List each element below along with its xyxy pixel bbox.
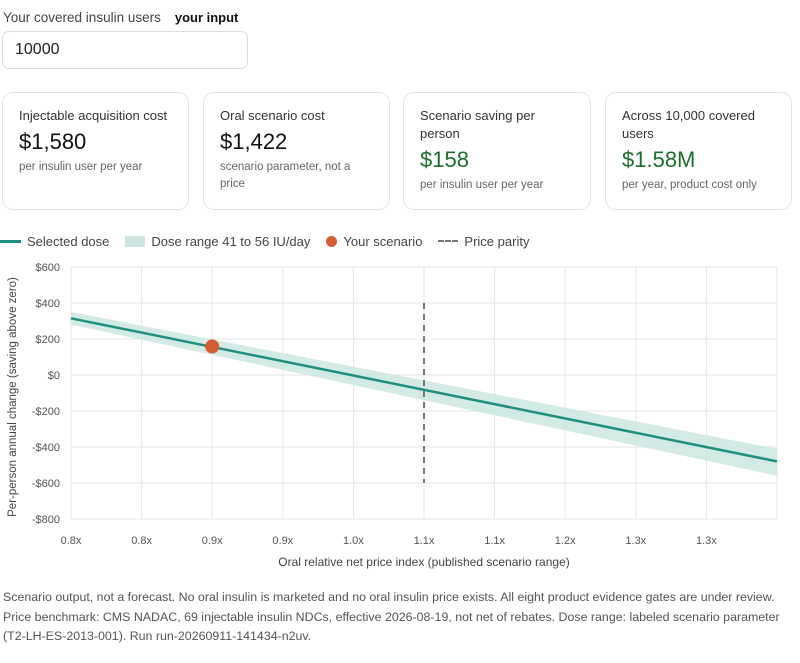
saving-per-person-card: Scenario saving per person $158 per insu… (403, 92, 591, 210)
card-note: per insulin user per year (19, 161, 143, 173)
total-saving-card: Across 10,000 covered users $1.58M per y… (605, 92, 792, 210)
x-tick-label: 1.0x (343, 535, 364, 547)
x-tick-label: 0.9x (272, 535, 293, 547)
y-tick-label: -$200 (32, 406, 60, 418)
y-tick-label: -$600 (32, 478, 60, 490)
your-scenario-point (205, 339, 220, 354)
footnote: Scenario output, not a forecast. No oral… (3, 590, 780, 643)
card-label: Oral scenario cost (220, 108, 325, 123)
x-tick-label: 1.3x (696, 535, 717, 547)
price-sensitivity-chart: $600$400$200$0-$200-$400-$600-$8000.8x 0.… (7, 262, 778, 569)
y-tick-label: $400 (36, 298, 60, 310)
legend-price-parity: Price parity (438, 234, 529, 249)
card-note: per insulin user per year (420, 179, 544, 191)
x-tick-label: 0.8x (61, 535, 82, 547)
users-input-label: Your covered insulin users (3, 9, 161, 25)
card-value: $1,580 (19, 129, 87, 154)
covered-users-input[interactable] (2, 31, 248, 69)
card-value: $158 (420, 147, 469, 172)
card-note: scenario parameter, not a price (220, 161, 351, 190)
injectable-cost-card: Injectable acquisition cost $1,580 per i… (2, 92, 189, 210)
y-tick-label: -$400 (32, 442, 60, 454)
oral-cost-card: Oral scenario cost $1,422 scenario param… (203, 92, 390, 210)
card-label: Injectable acquisition cost (19, 108, 168, 123)
y-tick-label: -$800 (32, 514, 60, 526)
dash-swatch-icon (438, 240, 459, 242)
card-label: Scenario saving per person (420, 108, 535, 141)
x-tick-label: 0.9x (202, 535, 223, 547)
x-tick-label: 1.1x (484, 535, 505, 547)
legend-label: Dose range 41 to 56 IU/day (151, 233, 311, 249)
x-tick-label: 1.3x (625, 535, 646, 547)
users-input-hint: your input (174, 9, 239, 25)
y-tick-label: $600 (36, 262, 60, 274)
legend-label: Selected dose (27, 233, 110, 249)
y-axis-title: Per-person annual change (saving above z… (7, 277, 19, 517)
band-swatch-icon (125, 235, 146, 247)
card-label: Across 10,000 covered users (622, 108, 755, 141)
y-tick-label: $0 (48, 370, 60, 382)
chart-legend: Selected dose Dose range 41 to 56 IU/day… (0, 232, 545, 250)
line-swatch-icon (0, 239, 21, 243)
card-value: $1.58M (622, 147, 696, 172)
card-value: $1,422 (220, 129, 288, 154)
x-axis-title: Oral relative net price index (published… (278, 555, 570, 569)
users-input-row: Your covered insulin users your input (3, 8, 238, 26)
x-tick-label: 1.2x (555, 535, 576, 547)
y-tick-label: $200 (36, 334, 60, 346)
legend-your-scenario: Your scenario (326, 234, 422, 249)
x-tick-label: 0.8x (131, 535, 152, 547)
x-tick-label: 1.1x (414, 535, 435, 547)
legend-label: Your scenario (343, 233, 423, 249)
legend-label: Price parity (464, 233, 530, 249)
dot-swatch-icon (326, 235, 338, 247)
card-note: per year, product cost only (622, 179, 757, 191)
legend-dose-range: Dose range 41 to 56 IU/day (125, 234, 310, 249)
legend-selected-dose: Selected dose (0, 234, 109, 249)
